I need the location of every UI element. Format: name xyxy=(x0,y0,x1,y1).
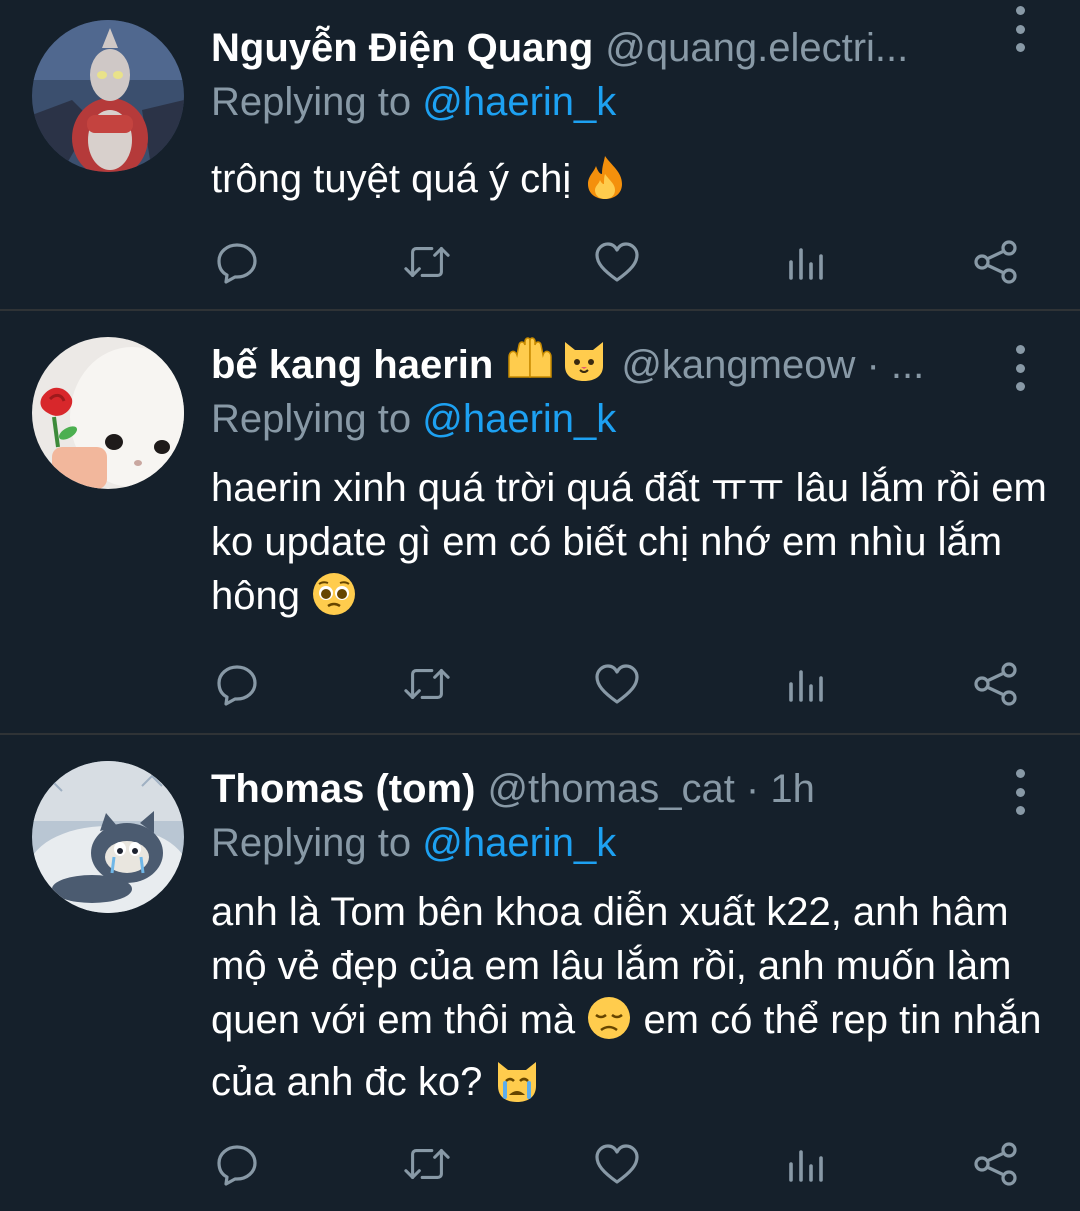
fire-emoji xyxy=(582,154,628,214)
more-options-icon[interactable] xyxy=(1000,6,1040,52)
avatar[interactable] xyxy=(32,761,184,913)
tweet-text: haerin xinh quá trời quá đất ㅠㅠ lâu lắm … xyxy=(211,461,1060,631)
retweet-icon[interactable] xyxy=(403,660,451,708)
user-handle[interactable]: @thomas_cat · 1h xyxy=(487,763,814,815)
more-options-icon[interactable] xyxy=(1000,345,1040,391)
replying-label: Replying to xyxy=(211,821,412,865)
replying-to: Replying to @haerin_k xyxy=(211,817,1060,869)
retweet-icon[interactable] xyxy=(403,238,451,286)
like-icon[interactable] xyxy=(593,1140,641,1188)
tweet[interactable]: Nguyễn Điện Quang @quang.electri... Repl… xyxy=(0,0,1080,311)
action-bar xyxy=(213,660,1020,708)
reply-icon[interactable] xyxy=(213,1140,261,1188)
more-options-icon[interactable] xyxy=(1000,769,1040,815)
tweet-text: trông tuyệt quá ý chị xyxy=(211,152,1060,214)
mention-link[interactable]: @haerin_k xyxy=(422,821,616,865)
analytics-icon[interactable] xyxy=(782,1140,830,1188)
user-handle[interactable]: @quang.electri... xyxy=(605,22,908,74)
reply-icon[interactable] xyxy=(213,660,261,708)
cat-face-emoji xyxy=(559,336,609,395)
avatar[interactable] xyxy=(32,20,184,172)
like-icon[interactable] xyxy=(593,660,641,708)
display-name[interactable]: Thomas (tom) xyxy=(211,763,475,815)
analytics-icon[interactable] xyxy=(782,660,830,708)
replying-to: Replying to @haerin_k xyxy=(211,393,1060,445)
tweet-header: bế kang haerin @kangmeow · ... xyxy=(211,336,1060,391)
like-icon[interactable] xyxy=(593,238,641,286)
display-name[interactable]: Nguyễn Điện Quang xyxy=(211,22,593,74)
tweet[interactable]: Thomas (tom) @thomas_cat · 1h Replying t… xyxy=(0,735,1080,1211)
crying-cat-emoji xyxy=(493,1057,541,1117)
tweet-text-content: trông tuyệt quá ý chị xyxy=(211,157,572,201)
tweet-header: Nguyễn Điện Quang @quang.electri... xyxy=(211,22,1060,74)
replying-label: Replying to xyxy=(211,397,412,441)
mention-link[interactable]: @haerin_k xyxy=(422,80,616,124)
replying-to: Replying to @haerin_k xyxy=(211,76,1060,128)
replying-label: Replying to xyxy=(211,80,412,124)
user-handle[interactable]: @kangmeow · ... xyxy=(621,339,924,391)
avatar[interactable] xyxy=(32,337,184,489)
retweet-icon[interactable] xyxy=(403,1140,451,1188)
pleading-face-emoji xyxy=(311,571,357,631)
share-icon[interactable] xyxy=(972,660,1020,708)
display-name[interactable]: bế kang haerin xyxy=(211,339,493,391)
analytics-icon[interactable] xyxy=(782,238,830,286)
tweet[interactable]: bế kang haerin @kangmeow · ... Replying … xyxy=(0,311,1080,735)
name-emojis xyxy=(505,336,609,395)
palms-up-emoji xyxy=(505,336,555,394)
action-bar xyxy=(213,238,1020,286)
disappointed-face-emoji xyxy=(586,995,632,1055)
action-bar xyxy=(213,1140,1020,1188)
share-icon[interactable] xyxy=(972,1140,1020,1188)
reply-icon[interactable] xyxy=(213,238,261,286)
tweet-text: anh là Tom bên khoa diễn xuất k22, anh h… xyxy=(211,885,1060,1117)
mention-link[interactable]: @haerin_k xyxy=(422,397,616,441)
tweet-header: Thomas (tom) @thomas_cat · 1h xyxy=(211,763,1060,815)
share-icon[interactable] xyxy=(972,238,1020,286)
